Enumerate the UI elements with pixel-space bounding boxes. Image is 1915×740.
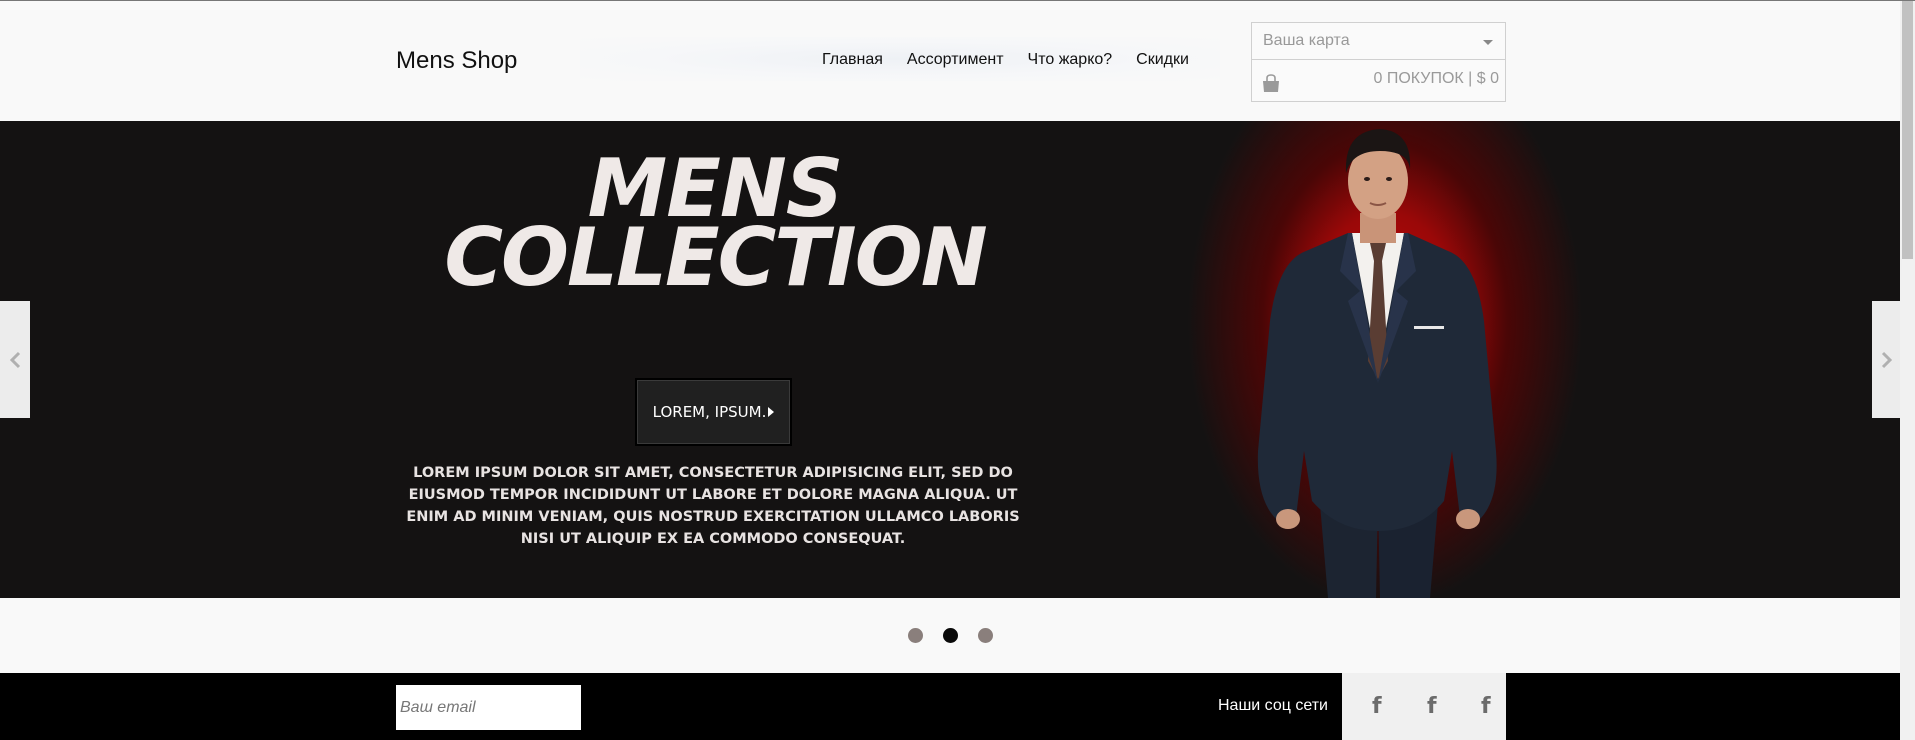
chevron-right-icon bbox=[1881, 351, 1893, 368]
main-nav: Главная Ассортимент Что жарко? Скидки bbox=[822, 51, 1189, 69]
nav-link-catalog[interactable]: Ассортимент bbox=[907, 51, 1004, 69]
cart-widget: Ваша карта 0 ПОКУПОК | $ 0 bbox=[1251, 22, 1506, 102]
site-header: Mens Shop Главная Ассортимент Что жарко?… bbox=[0, 1, 1900, 121]
page-scrollbar[interactable] bbox=[1900, 1, 1915, 740]
slide-dot-3[interactable] bbox=[978, 628, 993, 643]
nav-link-home[interactable]: Главная bbox=[822, 51, 883, 69]
facebook-icon[interactable]: f bbox=[1481, 694, 1491, 719]
shopping-bag-icon bbox=[1263, 74, 1279, 92]
slider-prev-button[interactable] bbox=[0, 301, 30, 418]
slider-next-button[interactable] bbox=[1872, 301, 1900, 418]
chevron-left-icon bbox=[9, 351, 21, 368]
site-logo[interactable]: Mens Shop bbox=[396, 47, 517, 75]
scrollbar-thumb[interactable] bbox=[1902, 1, 1913, 259]
nav-link-sale[interactable]: Скидки bbox=[1136, 51, 1189, 69]
hero-model-image bbox=[1257, 129, 1497, 598]
caret-down-icon bbox=[1483, 40, 1493, 45]
slide-dot-1[interactable] bbox=[908, 628, 923, 643]
social-links: f f f bbox=[1342, 673, 1506, 740]
facebook-icon[interactable]: f bbox=[1427, 694, 1437, 719]
play-arrow-icon bbox=[768, 407, 775, 417]
cart-select-placeholder: Ваша карта bbox=[1263, 32, 1350, 49]
cart-select[interactable]: Ваша карта bbox=[1252, 23, 1505, 60]
nav-link-hot[interactable]: Что жарко? bbox=[1028, 51, 1113, 69]
hero-title-line2: COLLECTION bbox=[444, 210, 987, 304]
social-label: Наши соц сети bbox=[1218, 697, 1328, 714]
slide-dot-2[interactable] bbox=[943, 628, 958, 643]
cart-count-total: 0 ПОКУПОК | $ 0 bbox=[1373, 70, 1499, 87]
slider-indicators bbox=[0, 598, 1900, 673]
site-footer: Наши соц сети f f f bbox=[0, 673, 1900, 740]
hero-title: MENS COLLECTION bbox=[330, 149, 1100, 304]
facebook-icon[interactable]: f bbox=[1372, 694, 1382, 719]
hero-cta-label: LOREM, IPSUM. bbox=[652, 403, 767, 421]
cart-summary[interactable]: 0 ПОКУПОК | $ 0 bbox=[1252, 60, 1505, 102]
hero-slider: MENS COLLECTION LOREM, IPSUM. LOREM IPSU… bbox=[0, 121, 1900, 598]
hero-cta-button[interactable]: LOREM, IPSUM. bbox=[635, 378, 792, 446]
email-input[interactable] bbox=[396, 685, 581, 730]
hero-description: LOREM IPSUM DOLOR SIT AMET, CONSECTETUR … bbox=[406, 465, 1020, 547]
